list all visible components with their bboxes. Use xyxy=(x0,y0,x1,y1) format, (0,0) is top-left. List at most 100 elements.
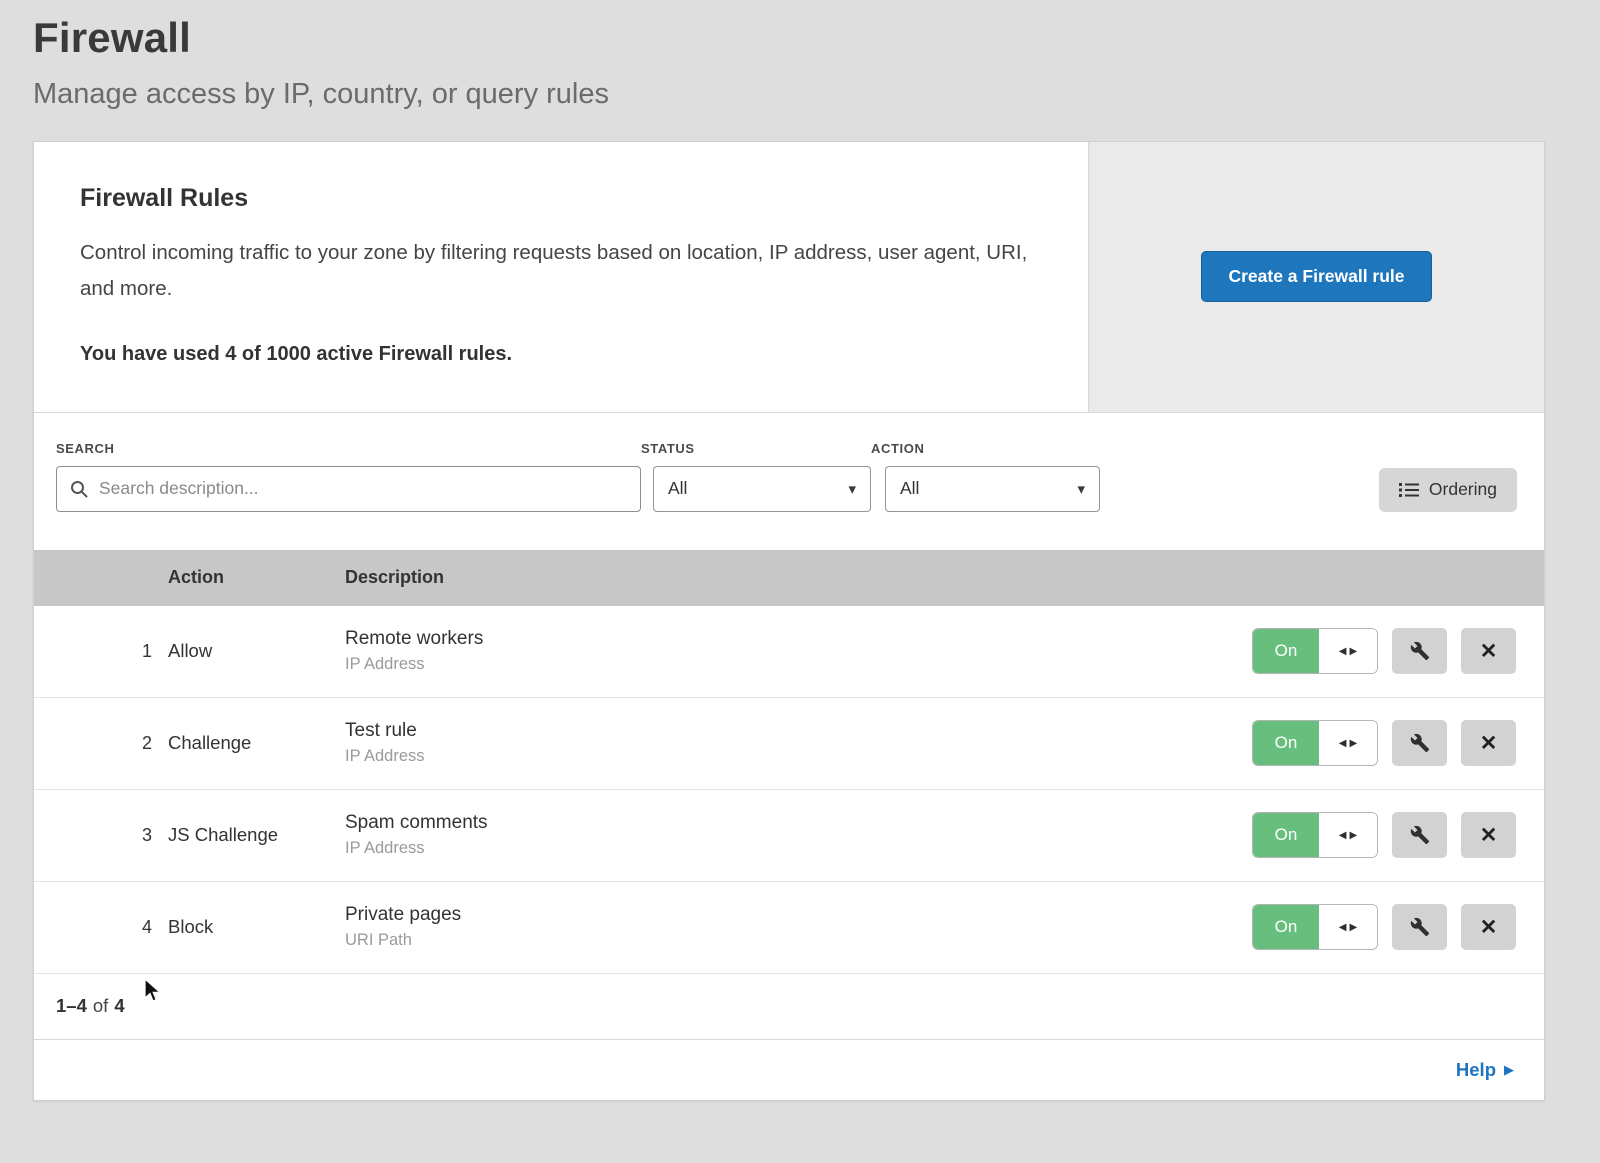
rule-enabled-toggle[interactable]: On ◀ ▶ xyxy=(1252,720,1378,766)
card-title: Firewall Rules xyxy=(80,184,1028,213)
table-header: Action Description xyxy=(34,550,1544,606)
toggle-arrows: ◀ ▶ xyxy=(1319,721,1377,765)
delete-rule-button[interactable]: ✕ xyxy=(1461,628,1516,674)
close-icon: ✕ xyxy=(1480,639,1498,664)
search-input[interactable] xyxy=(56,466,641,512)
toggle-arrows: ◀ ▶ xyxy=(1319,629,1377,673)
wrench-icon xyxy=(1410,733,1430,753)
rule-number: 2 xyxy=(34,733,168,754)
action-label: ACTION xyxy=(871,441,1100,456)
chevron-down-icon: ▾ xyxy=(848,480,856,498)
rule-controls: On ◀ ▶ ✕ xyxy=(1252,628,1544,674)
search-icon xyxy=(69,479,89,499)
ordering-list-icon xyxy=(1399,482,1419,498)
rule-description-cell: Test rule IP Address xyxy=(345,720,1252,766)
rule-field-type: IP Address xyxy=(345,839,1252,858)
rule-description-cell: Spam comments IP Address xyxy=(345,812,1252,858)
table-row: 2 Challenge Test rule IP Address On ◀ ▶ … xyxy=(34,698,1544,790)
rule-action: JS Challenge xyxy=(168,824,345,846)
help-row: Help ▶ xyxy=(34,1040,1544,1100)
edit-rule-button[interactable] xyxy=(1392,628,1447,674)
edit-rule-button[interactable] xyxy=(1392,720,1447,766)
close-icon: ✕ xyxy=(1480,823,1498,848)
help-link-label: Help xyxy=(1456,1059,1496,1081)
rule-number: 1 xyxy=(34,641,168,662)
card-side-panel: Create a Firewall rule xyxy=(1088,142,1544,412)
rule-description: Private pages xyxy=(345,904,1252,926)
search-wrap xyxy=(56,466,641,512)
rule-field-type: IP Address xyxy=(345,747,1252,766)
wrench-icon xyxy=(1410,917,1430,937)
rule-description-cell: Remote workers IP Address xyxy=(345,628,1252,674)
status-select-value: All xyxy=(668,478,687,499)
pagination-of: of xyxy=(93,995,108,1017)
rule-action: Block xyxy=(168,916,345,938)
rule-description: Spam comments xyxy=(345,812,1252,834)
rule-controls: On ◀ ▶ ✕ xyxy=(1252,720,1544,766)
arrow-right-icon: ▶ xyxy=(1350,646,1358,657)
rule-action: Challenge xyxy=(168,732,345,754)
table-row: 3 JS Challenge Spam comments IP Address … xyxy=(34,790,1544,882)
create-firewall-rule-button[interactable]: Create a Firewall rule xyxy=(1201,251,1431,302)
rule-description-cell: Private pages URI Path xyxy=(345,904,1252,950)
help-link[interactable]: Help ▶ xyxy=(1456,1059,1514,1081)
page-subtitle: Manage access by IP, country, or query r… xyxy=(33,78,1567,111)
search-filter-group: SEARCH xyxy=(56,441,641,512)
ordering-button[interactable]: Ordering xyxy=(1379,468,1517,512)
rule-enabled-toggle[interactable]: On ◀ ▶ xyxy=(1252,904,1378,950)
action-filter-group: ACTION All ▾ xyxy=(871,441,1100,512)
card-usage-count: You have used 4 of 1000 active Firewall … xyxy=(80,343,1028,366)
rule-action: Allow xyxy=(168,640,345,662)
wrench-icon xyxy=(1410,825,1430,845)
toggle-on-label: On xyxy=(1253,905,1319,949)
wrench-icon xyxy=(1410,641,1430,661)
close-icon: ✕ xyxy=(1480,915,1498,940)
rule-enabled-toggle[interactable]: On ◀ ▶ xyxy=(1252,812,1378,858)
status-filter-group: STATUS All ▾ xyxy=(641,441,871,512)
table-row: 4 Block Private pages URI Path On ◀ ▶ ✕ xyxy=(34,882,1544,974)
arrow-left-icon: ◀ xyxy=(1339,738,1347,749)
arrow-left-icon: ◀ xyxy=(1339,922,1347,933)
edit-rule-button[interactable] xyxy=(1392,812,1447,858)
delete-rule-button[interactable]: ✕ xyxy=(1461,904,1516,950)
rule-number: 3 xyxy=(34,825,168,846)
rule-controls: On ◀ ▶ ✕ xyxy=(1252,812,1544,858)
rule-enabled-toggle[interactable]: On ◀ ▶ xyxy=(1252,628,1378,674)
toggle-on-label: On xyxy=(1253,629,1319,673)
firewall-panel: Firewall Rules Control incoming traffic … xyxy=(33,141,1545,1101)
pagination-status: 1–4 of 4 xyxy=(34,974,1544,1040)
pagination-total: 4 xyxy=(114,995,124,1017)
chevron-down-icon: ▾ xyxy=(1077,480,1085,498)
status-select[interactable]: All ▾ xyxy=(653,466,871,512)
filters-bar: SEARCH STATUS All ▾ ACTION All ▾ xyxy=(34,412,1544,550)
rule-field-type: IP Address xyxy=(345,655,1252,674)
header-description-column: Description xyxy=(345,567,1544,588)
rule-field-type: URI Path xyxy=(345,931,1252,950)
ordering-button-label: Ordering xyxy=(1429,479,1497,500)
toggle-on-label: On xyxy=(1253,721,1319,765)
delete-rule-button[interactable]: ✕ xyxy=(1461,812,1516,858)
table-row: 1 Allow Remote workers IP Address On ◀ ▶… xyxy=(34,606,1544,698)
triangle-right-icon: ▶ xyxy=(1504,1062,1514,1078)
status-label: STATUS xyxy=(641,441,871,456)
rule-description: Remote workers xyxy=(345,628,1252,650)
action-select[interactable]: All ▾ xyxy=(885,466,1100,512)
delete-rule-button[interactable]: ✕ xyxy=(1461,720,1516,766)
arrow-right-icon: ▶ xyxy=(1350,738,1358,749)
firewall-rules-card: Firewall Rules Control incoming traffic … xyxy=(34,142,1544,412)
edit-rule-button[interactable] xyxy=(1392,904,1447,950)
toggle-arrows: ◀ ▶ xyxy=(1319,813,1377,857)
arrow-left-icon: ◀ xyxy=(1339,830,1347,841)
close-icon: ✕ xyxy=(1480,731,1498,756)
card-description: Control incoming traffic to your zone by… xyxy=(80,235,1028,307)
arrow-right-icon: ▶ xyxy=(1350,830,1358,841)
action-select-value: All xyxy=(900,478,919,499)
pagination-range: 1–4 xyxy=(56,995,87,1017)
rule-description: Test rule xyxy=(345,720,1252,742)
page-header: Firewall Manage access by IP, country, o… xyxy=(0,0,1600,111)
toggle-on-label: On xyxy=(1253,813,1319,857)
search-label: SEARCH xyxy=(56,441,641,456)
toggle-arrows: ◀ ▶ xyxy=(1319,905,1377,949)
arrow-right-icon: ▶ xyxy=(1350,922,1358,933)
header-action-column: Action xyxy=(168,567,345,588)
